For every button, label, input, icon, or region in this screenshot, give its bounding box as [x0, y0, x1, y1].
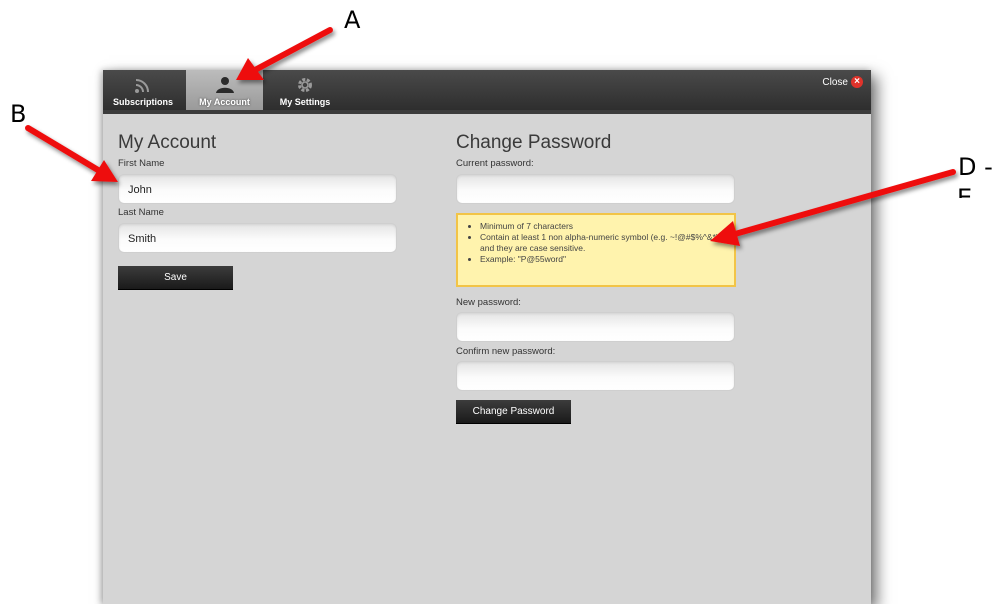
requirements-list: Minimum of 7 characters Contain at least… [466, 221, 726, 265]
last-name-label: Last Name [118, 207, 164, 218]
gear-icon [265, 76, 345, 94]
tab-subscriptions[interactable]: Subscriptions [103, 70, 183, 110]
close-button[interactable]: Close × [822, 75, 863, 89]
new-password-label: New password: [456, 297, 521, 308]
change-password-button[interactable]: Change Password [456, 400, 571, 423]
confirm-password-label: Confirm new password: [456, 346, 556, 357]
change-password-heading: Change Password [456, 132, 612, 153]
confirm-password-field[interactable] [456, 361, 735, 391]
save-button[interactable]: Save [118, 266, 233, 289]
close-label: Close [822, 76, 848, 88]
close-icon: × [851, 76, 863, 88]
current-password-field[interactable] [456, 174, 735, 204]
current-password-label: Current password: [456, 158, 534, 169]
last-name-field[interactable]: Smith [118, 223, 397, 253]
tab-my-account[interactable]: My Account [186, 70, 263, 110]
callout-b: B [10, 100, 27, 128]
tab-my-settings[interactable]: My Settings [265, 70, 345, 110]
user-icon [186, 76, 263, 94]
callout-e-clip: E [957, 184, 1002, 198]
password-requirements-box: Minimum of 7 characters Contain at least… [456, 213, 736, 287]
callout-e: E [957, 184, 973, 198]
first-name-field[interactable]: John [118, 174, 397, 204]
account-window: Subscriptions My Account My Settings Clo… [103, 70, 871, 604]
callout-d: D - [958, 153, 993, 181]
nav-underline [103, 110, 871, 114]
tab-label: My Account [199, 97, 250, 107]
callout-a: A [344, 6, 361, 34]
new-password-field[interactable] [456, 312, 735, 342]
tab-label: Subscriptions [112, 97, 173, 107]
requirement-item: Example: "P@55word" [480, 254, 726, 265]
top-nav-bar: Subscriptions My Account My Settings Clo… [103, 70, 871, 110]
requirement-item: Contain at least 1 non alpha-numeric sym… [480, 232, 726, 254]
first-name-label: First Name [118, 158, 165, 169]
tab-label: My Settings [279, 97, 331, 107]
requirement-item: Minimum of 7 characters [480, 221, 726, 232]
rss-icon [103, 76, 183, 94]
my-account-heading: My Account [118, 132, 217, 153]
